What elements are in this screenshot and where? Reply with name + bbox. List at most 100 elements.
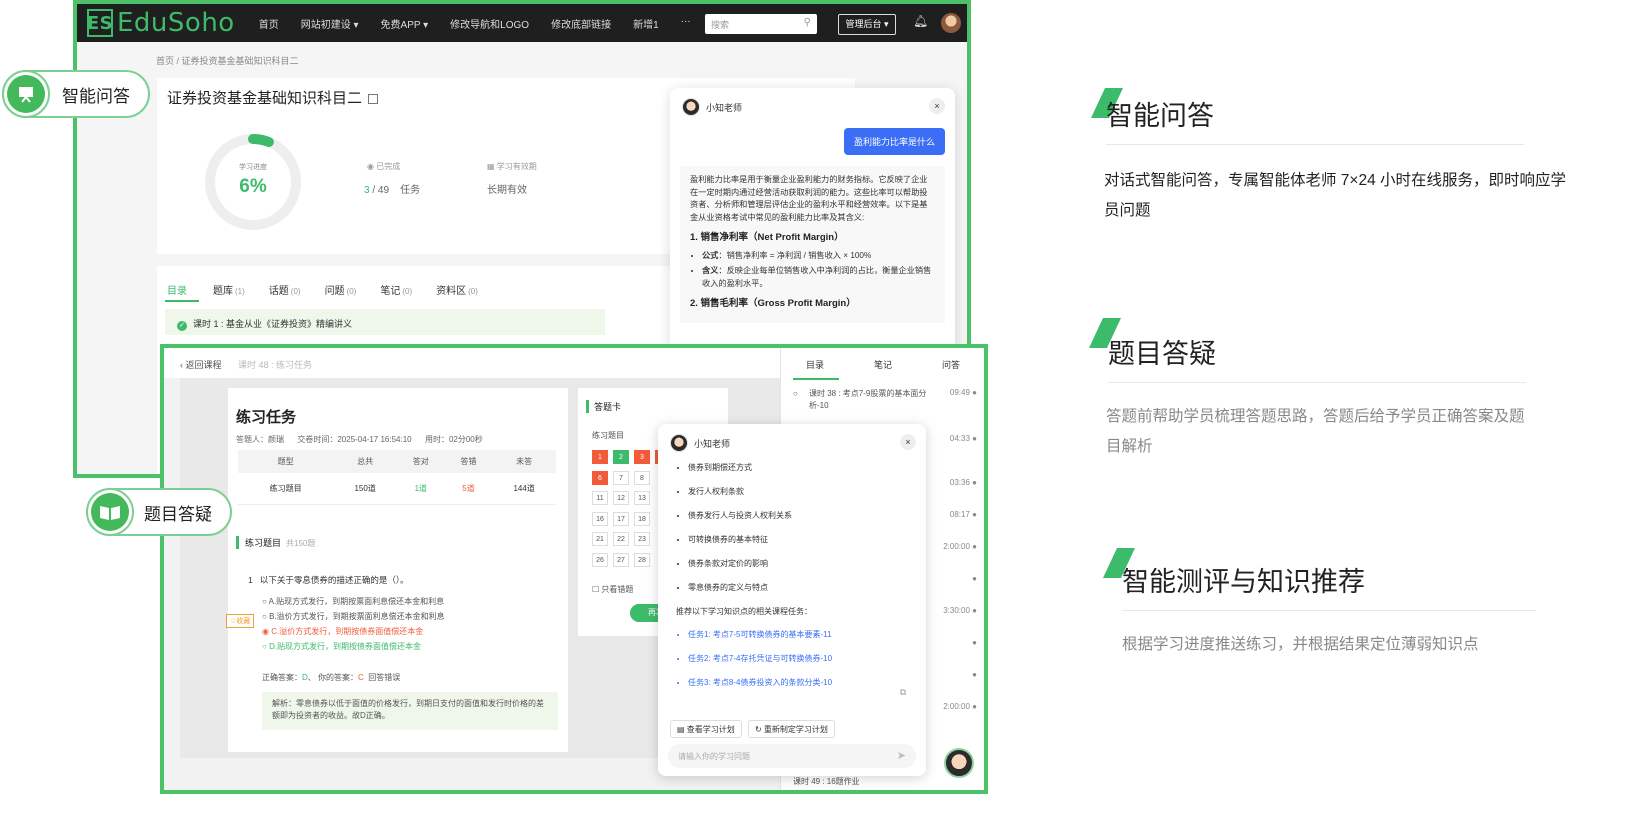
- play-icon[interactable]: ●: [970, 510, 977, 519]
- question-cell[interactable]: 8: [634, 470, 650, 485]
- lesson-row[interactable]: ✓ 课时 1 : 基金从业《证券投资》精编讲义: [165, 309, 605, 335]
- wrong-only-toggle[interactable]: ☐ 只看错题: [592, 584, 633, 595]
- question-cell[interactable]: 18: [634, 511, 650, 526]
- edusoho-logo[interactable]: ES EduSoho: [87, 8, 235, 38]
- play-icon[interactable]: ●: [972, 574, 977, 583]
- sidebar-lesson[interactable]: ○ 课时 38 : 考点7-9股票的基本面分析-10: [793, 388, 943, 412]
- question-cell[interactable]: 22: [613, 532, 629, 546]
- send-icon[interactable]: ➤: [897, 749, 906, 762]
- play-icon[interactable]: ●: [972, 670, 977, 679]
- nav-item-6[interactable]: ···: [681, 16, 691, 31]
- nav-item-4[interactable]: 修改底部链接: [551, 16, 611, 31]
- replan-button[interactable]: ↻ 重新制定学习计划: [748, 720, 835, 738]
- checkbox-icon[interactable]: ☐: [592, 585, 601, 594]
- question-cell[interactable]: 6: [592, 470, 608, 485]
- nav-item-1[interactable]: 网站初建设 ▾: [301, 16, 359, 31]
- logo-text: EduSoho: [117, 8, 235, 38]
- chat-input[interactable]: 请输入你的学习问题 ➤: [668, 744, 916, 768]
- table-header: 总共: [333, 450, 397, 473]
- question-cell[interactable]: 7: [613, 470, 629, 485]
- question-cell[interactable]: 27: [613, 552, 629, 567]
- table-header: 答对: [396, 450, 445, 473]
- question-cell[interactable]: 1: [592, 450, 608, 464]
- stats-table: 题型 总共 答对 答错 未答 练习题目 150道 1道 5道 144道: [238, 450, 556, 505]
- option-1[interactable]: ○ B.溢价方式发行，到期按票面利息偿还本金和利息: [262, 611, 445, 622]
- option-2[interactable]: ◉ C.溢价方式发行，到期按债券面值偿还本金: [262, 626, 423, 637]
- tab-0[interactable]: 目录: [167, 282, 189, 297]
- table-cell: 5道: [444, 473, 493, 505]
- copy-icon[interactable]: ⧉: [900, 687, 906, 698]
- sidebar-tab-1[interactable]: 笔记: [874, 358, 892, 371]
- radio-icon[interactable]: ○: [262, 597, 269, 606]
- sidebar-row-time: ●: [927, 574, 977, 583]
- play-icon[interactable]: ●: [970, 542, 977, 551]
- user-avatar[interactable]: [941, 13, 961, 33]
- question-cell[interactable]: 13: [634, 491, 650, 505]
- recommend-link[interactable]: 任务1: 考点7-5可转换债券的基本要素-11: [688, 629, 908, 640]
- question-cell[interactable]: 21: [592, 532, 608, 546]
- play-icon[interactable]: ●: [970, 388, 977, 397]
- tab-label: 资料区: [436, 286, 467, 297]
- qrcode-icon[interactable]: [368, 94, 379, 105]
- nav-item-2[interactable]: 免费APP ▾: [381, 16, 429, 31]
- nav-item-0[interactable]: 首页: [259, 16, 279, 31]
- assistant-launcher-avatar[interactable]: [944, 748, 974, 778]
- sidebar-bottom-lesson[interactable]: 课时 49 : 16题作业: [793, 776, 860, 787]
- question-cell[interactable]: 17: [613, 511, 629, 526]
- question-cell[interactable]: 2: [613, 450, 629, 464]
- bullet-item: 零息债券的定义与特点: [688, 582, 908, 593]
- bullet-item: 可转换债券的基本特征: [688, 534, 908, 545]
- play-icon[interactable]: ●: [970, 434, 977, 443]
- question-cell[interactable]: 26: [592, 552, 608, 567]
- question-cell[interactable]: 16: [592, 511, 608, 526]
- option-0[interactable]: ○ A.贴现方式发行，到期按票面利息偿还本金和利息: [262, 596, 444, 607]
- time-text: 09:49: [949, 388, 970, 397]
- close-icon[interactable]: ×: [929, 98, 945, 114]
- recommend-link[interactable]: 任务2: 考点7-4存托凭证与可转换债券-10: [688, 653, 908, 664]
- play-icon[interactable]: ●: [972, 638, 977, 647]
- radio-icon[interactable]: ◉: [262, 627, 271, 636]
- recommend-link[interactable]: 任务3: 考点8-4债券投资入的条款分类-10: [688, 677, 908, 688]
- tab-4[interactable]: 笔记 (0): [380, 282, 412, 297]
- nav-item-5[interactable]: 新增1: [633, 16, 659, 31]
- question-cell[interactable]: 12: [613, 491, 629, 505]
- view-plan-button[interactable]: ▤ 查看学习计划: [670, 720, 742, 738]
- section-label: 练习题目: [245, 538, 282, 548]
- time-text: 08:17: [949, 510, 970, 519]
- question-cell[interactable]: 28: [634, 552, 650, 567]
- sidebar-row-time: 08:17 ●: [927, 510, 977, 519]
- search-icon[interactable]: ⚲: [804, 17, 811, 28]
- radio-icon[interactable]: ○: [262, 642, 269, 651]
- lesson-name: 课时 48 : 练习任务: [238, 360, 313, 370]
- nav-item-3[interactable]: 修改导航和LOGO: [450, 16, 529, 31]
- back-link[interactable]: ‹ 返回课程: [180, 360, 222, 370]
- bell-icon[interactable]: 🔔︎: [913, 14, 928, 28]
- play-icon[interactable]: ●: [970, 606, 977, 615]
- sidebar-row-time: ●: [927, 638, 977, 647]
- tab-count: (1): [235, 287, 245, 296]
- play-icon[interactable]: ●: [970, 702, 977, 711]
- tab-2[interactable]: 话题 (0): [269, 282, 301, 297]
- tab-label: 笔记: [380, 286, 401, 297]
- section-title: 练习题目 共150题: [236, 536, 315, 549]
- close-icon[interactable]: ×: [900, 434, 916, 450]
- tab-label: 话题: [268, 286, 289, 297]
- option-3[interactable]: ○ D.贴现方式发行，到期按债券面值偿还本金: [262, 641, 421, 652]
- bot-answer: 债券到期偿还方式发行人权利条款债券发行人与投资人权利关系可转换债券的基本特征债券…: [668, 456, 916, 706]
- collect-button[interactable]: ☆收藏: [226, 614, 255, 628]
- sidebar-tab-2[interactable]: 问答: [942, 358, 960, 371]
- tab-5[interactable]: 资料区 (0): [436, 282, 478, 297]
- question-cell[interactable]: 11: [592, 491, 608, 505]
- question-cell[interactable]: 3: [634, 450, 650, 464]
- question-cell[interactable]: 23: [634, 532, 650, 546]
- sidebar-row-time: ●: [927, 670, 977, 679]
- tab-3[interactable]: 问题 (0): [325, 282, 357, 297]
- admin-button[interactable]: 管理后台 ▾: [838, 14, 896, 35]
- answer-bullet: 公式：销售净利率 = 净利润 / 销售收入 × 100%: [702, 250, 935, 263]
- search-input[interactable]: 搜索 ⚲: [705, 14, 817, 34]
- tab-1[interactable]: 题库 (1): [213, 282, 245, 297]
- sidebar-tab-0[interactable]: 目录: [806, 358, 824, 371]
- radio-icon[interactable]: ○: [262, 612, 269, 621]
- feature-divider: [1108, 382, 1526, 383]
- play-icon[interactable]: ●: [970, 478, 977, 487]
